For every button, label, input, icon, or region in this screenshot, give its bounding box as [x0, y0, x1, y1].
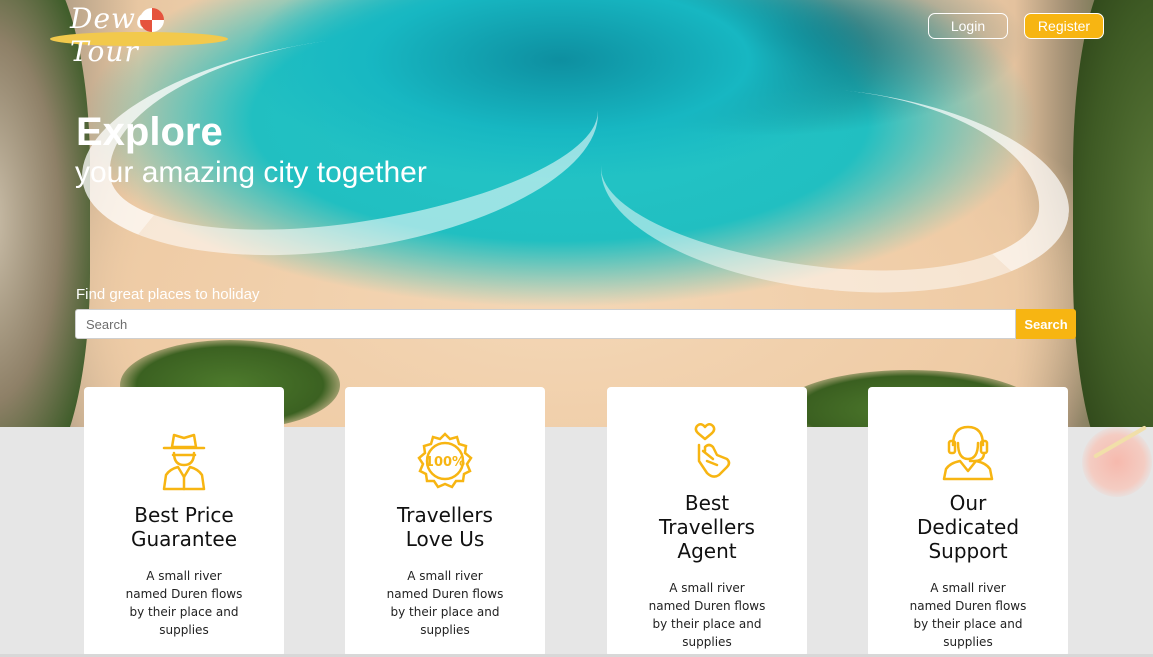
- hero-title: Explore: [76, 110, 223, 154]
- search-label: Find great places to holiday: [76, 286, 260, 303]
- hero-surf-wave: [590, 65, 1080, 315]
- feature-card: 100% Travellers Love Us A small river na…: [345, 387, 545, 657]
- hero-cliff-right: [1073, 0, 1153, 427]
- hundred-percent-badge-icon: 100%: [417, 432, 473, 489]
- svg-text:100%: 100%: [425, 455, 465, 470]
- feature-title: Best Travellers Agent: [659, 491, 755, 563]
- flower-decoration: [1082, 427, 1152, 497]
- login-button[interactable]: Login: [928, 13, 1008, 39]
- detective-icon: [162, 433, 206, 491]
- feature-description: A small river named Duren flows by their…: [386, 569, 504, 637]
- feature-description: A small river named Duren flows by their…: [648, 581, 766, 649]
- feature-title: Travellers Love Us: [397, 503, 493, 551]
- search-button[interactable]: Search: [1016, 309, 1076, 339]
- feature-description: A small river named Duren flows by their…: [909, 581, 1027, 649]
- feature-description: A small river named Duren flows by their…: [125, 569, 243, 637]
- feature-title: Our Dedicated Support: [916, 491, 1020, 563]
- feature-card: Our Dedicated Support A small river name…: [868, 387, 1068, 657]
- feature-title: Best Price Guarantee: [130, 503, 238, 551]
- search-input[interactable]: [75, 309, 1016, 339]
- hero-subtitle: your amazing city together: [75, 156, 427, 189]
- brand-logo[interactable]: Dewe Tour: [50, 2, 230, 68]
- finger-heart-icon: [694, 423, 731, 478]
- feature-card: Best Price Guarantee A small river named…: [84, 387, 284, 657]
- support-agent-icon: [942, 425, 994, 481]
- feature-card: Best Travellers Agent A small river name…: [607, 387, 807, 657]
- register-button[interactable]: Register: [1024, 13, 1104, 39]
- beach-ball-icon: [140, 8, 164, 32]
